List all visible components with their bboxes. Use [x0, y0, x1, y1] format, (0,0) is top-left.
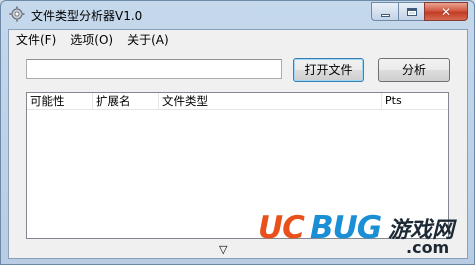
column-header-pts[interactable]: Pts	[382, 93, 448, 109]
window-title: 文件类型分析器V1.0	[31, 9, 143, 23]
gear-icon[interactable]	[9, 6, 25, 22]
main-window: 文件类型分析器V1.0 ✕ 文件(F) 选项(O) 关于(A) 打开文件 分析 …	[0, 0, 475, 265]
file-path-input[interactable]	[26, 59, 282, 79]
watermark-domain: .com	[406, 238, 450, 257]
expand-arrow-icon[interactable]: ▽	[219, 243, 227, 256]
title-bar[interactable]: 文件类型分析器V1.0 ✕	[1, 1, 474, 29]
maximize-icon	[406, 7, 417, 16]
column-header-extension[interactable]: 扩展名	[93, 93, 159, 109]
column-header-probability[interactable]: 可能性	[27, 93, 93, 109]
close-icon: ✕	[440, 4, 452, 19]
menu-file[interactable]: 文件(F)	[9, 30, 63, 50]
watermark-logo: UC BUG 游戏网 .com	[258, 208, 470, 258]
close-button[interactable]: ✕	[424, 2, 468, 21]
minimize-icon	[380, 13, 390, 17]
maximize-button[interactable]	[398, 2, 424, 21]
open-file-button[interactable]: 打开文件	[293, 58, 364, 82]
caption-buttons: ✕	[371, 2, 468, 21]
menu-bar: 文件(F) 选项(O) 关于(A)	[9, 30, 467, 50]
column-header-file-type[interactable]: 文件类型	[159, 93, 382, 109]
menu-options[interactable]: 选项(O)	[63, 30, 120, 50]
analyze-button[interactable]: 分析	[378, 58, 450, 82]
watermark-brand-uc: UC	[258, 210, 305, 246]
menu-about[interactable]: 关于(A)	[120, 30, 176, 50]
minimize-button[interactable]	[371, 2, 398, 21]
list-header: 可能性 扩展名 文件类型 Pts	[27, 93, 448, 110]
watermark-brand-bug: BUG	[310, 210, 382, 246]
